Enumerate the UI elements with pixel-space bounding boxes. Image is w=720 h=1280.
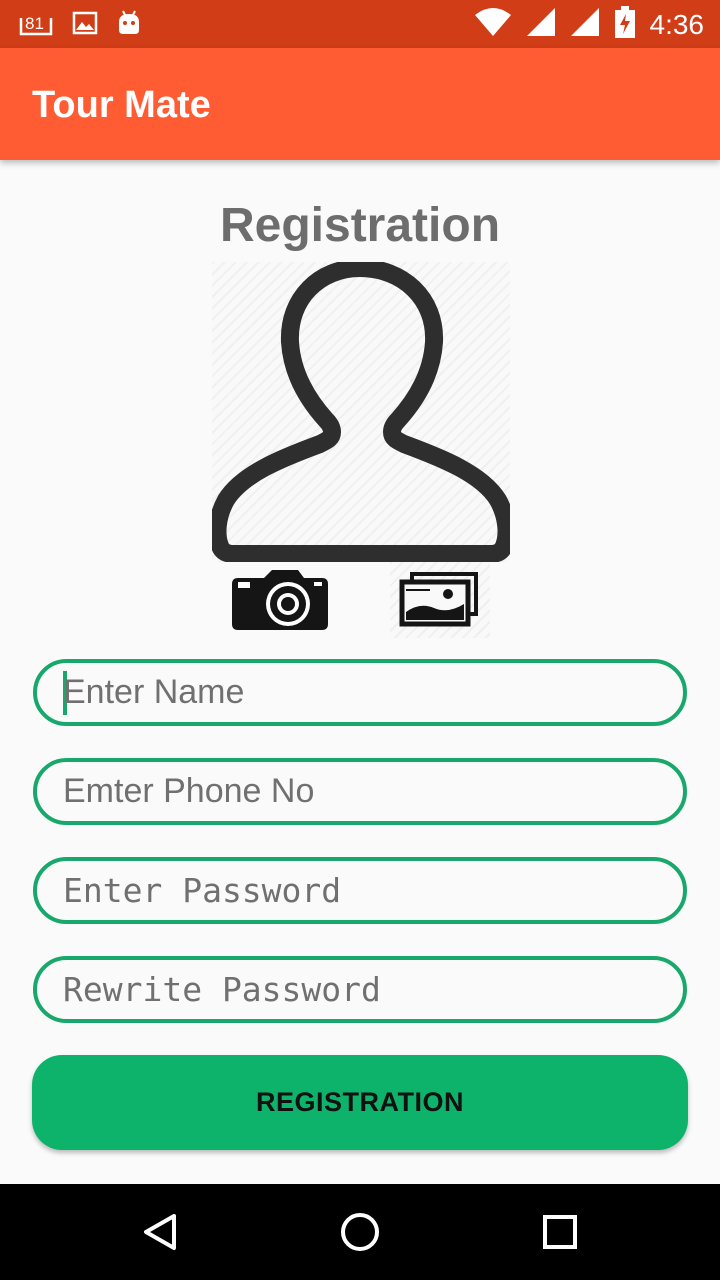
notification-81-icon: 81 [18,14,54,38]
notification-badge-text: 81 [25,13,44,33]
recents-button[interactable] [536,1208,584,1256]
gallery-icon [399,572,478,627]
app-bar: Tour Mate [0,48,720,160]
home-icon [341,1213,379,1251]
status-clock: 4:36 [649,8,705,40]
registration-button-label: REGISTRATION [256,1087,464,1117]
camera-icon [232,570,328,630]
phone-input[interactable]: Emter Phone No [33,758,687,825]
password-input[interactable]: Enter Password [33,857,687,924]
registration-button[interactable]: REGISTRATION [32,1055,688,1150]
navigation-bar [0,1184,720,1280]
back-icon [144,1214,176,1250]
battery-charging-icon [614,6,636,43]
page-title: Registration [219,199,501,252]
signal-icon-2 [570,7,600,42]
name-input-placeholder: Enter Name [63,673,245,711]
app-title: Tour Mate [32,84,211,126]
wifi-icon [474,7,512,42]
signal-icon [526,7,556,42]
camera-button[interactable] [228,566,332,632]
android-icon [116,10,142,41]
name-input[interactable]: Enter Name [33,659,687,726]
password-input-placeholder: Enter Password [63,871,342,910]
gallery-button[interactable] [390,562,490,638]
profile-photo[interactable] [212,262,510,562]
rewrite-password-input[interactable]: Rewrite Password [33,956,687,1023]
image-icon [72,11,98,40]
status-bar: 81 4:36 [0,0,720,48]
recents-icon [543,1215,577,1249]
phone-input-placeholder: Emter Phone No [63,772,315,810]
back-button[interactable] [136,1208,184,1256]
rewrite-password-input-placeholder: Rewrite Password [63,970,381,1009]
home-button[interactable] [336,1208,384,1256]
person-placeholder-icon [212,262,510,562]
